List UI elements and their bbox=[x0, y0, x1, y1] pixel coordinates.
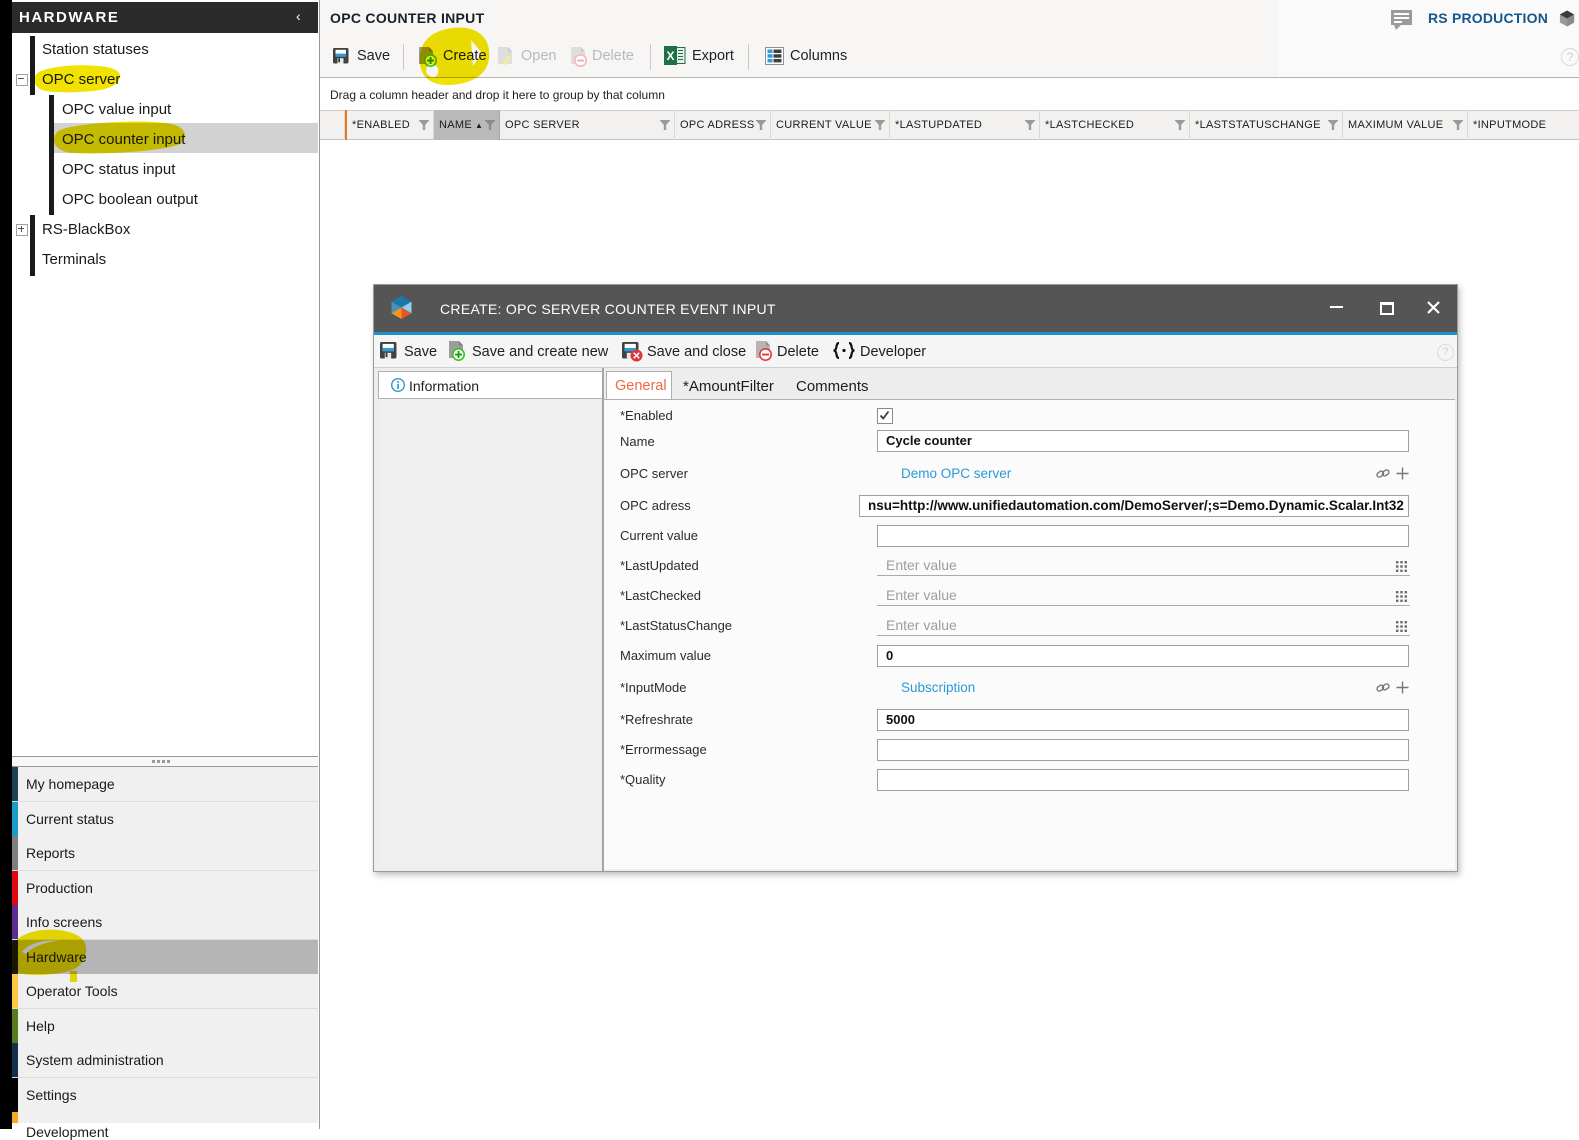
svg-text:X: X bbox=[666, 49, 674, 63]
